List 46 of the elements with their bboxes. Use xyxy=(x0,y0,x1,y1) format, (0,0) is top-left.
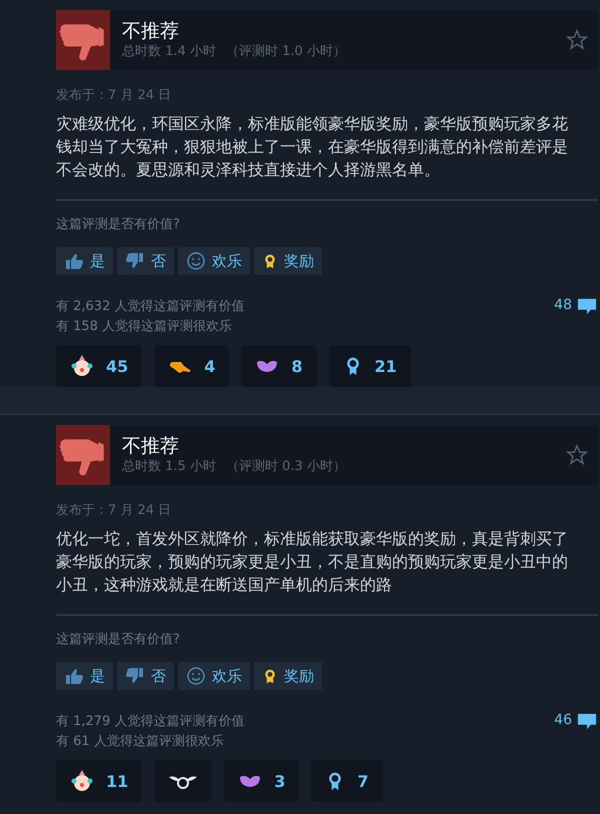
medal-award[interactable]: 7 xyxy=(311,760,383,802)
thumbs-up-icon xyxy=(64,251,84,271)
yes-vote-button[interactable]: 是 xyxy=(56,247,113,275)
hand-award[interactable]: 4 xyxy=(154,345,230,387)
posted-date: 发布于：7 月 24 日 xyxy=(56,87,172,104)
wings-award[interactable] xyxy=(154,760,212,802)
star-icon[interactable] xyxy=(566,444,588,466)
no-vote-button[interactable]: 否 xyxy=(117,247,174,275)
lips-award[interactable]: 3 xyxy=(224,760,300,802)
posted-date: 发布于：7 月 24 日 xyxy=(56,502,172,519)
comments-link[interactable]: 48 xyxy=(554,297,598,317)
clown-award[interactable]: 11 xyxy=(56,760,142,802)
funny-vote-button[interactable]: 欢乐 xyxy=(178,247,250,275)
helpful-question: 这篇评测是否有价值? xyxy=(56,631,181,648)
helpful-count: 有 1,279 人觉得这篇评测有价值 xyxy=(56,713,244,731)
speech-bubble-icon xyxy=(576,297,598,317)
speech-bubble-icon xyxy=(576,712,598,732)
clown-icon xyxy=(70,769,94,793)
comments-link[interactable]: 46 xyxy=(554,712,598,732)
helpful-question: 这篇评测是否有价值? xyxy=(56,216,181,233)
funny-count: 有 61 人觉得这篇评测很欢乐 xyxy=(56,733,225,751)
award-vote-button[interactable]: 奖励 xyxy=(254,247,322,275)
review-verdict: 不推荐 xyxy=(122,20,180,42)
smiley-icon xyxy=(186,666,206,686)
medal-award[interactable]: 21 xyxy=(328,345,411,387)
yes-vote-button[interactable]: 是 xyxy=(56,662,113,690)
thumbs-up-icon xyxy=(64,666,84,686)
funny-vote-button[interactable]: 欢乐 xyxy=(178,662,250,690)
playtime-total: 总时数 1.5 小时 xyxy=(122,458,216,475)
star-icon[interactable] xyxy=(566,29,588,51)
thumbs-down-icon xyxy=(125,251,145,271)
clown-icon xyxy=(70,354,94,378)
funny-count: 有 158 人觉得这篇评测很欢乐 xyxy=(56,318,234,336)
review-text: 灾难级优化，环国区永降，标准版能领豪华版奖励，豪华版预购玩家多花钱却当了大冤种，狠狠地被上了一课，在豪华版得到满意的补偿前差评是不会改的。夏思源和灵泽科技直接进个人择游黑名单。 xyxy=(56,113,569,181)
lips-award[interactable]: 8 xyxy=(241,345,317,387)
award-vote-button[interactable]: 奖励 xyxy=(254,662,322,690)
review-text: 优化一坨，首发外区就降价，标准版能获取豪华版的奖励，真是背刺买了豪华版的玩家，预购的玩家更是小丑，不是直购的预购玩家更是小丑中的小丑，这种游戏就是在断送国产单机的后来的路 xyxy=(56,528,569,596)
helpful-count: 有 2,632 人觉得这篇评测有价值 xyxy=(56,298,244,316)
playtime-at-review: （评测时 0.3 小时） xyxy=(226,458,346,475)
thumbs-down-icon xyxy=(125,666,145,686)
review-verdict: 不推荐 xyxy=(122,435,180,457)
no-vote-button[interactable]: 否 xyxy=(117,662,174,690)
playtime-at-review: （评测时 1.0 小时） xyxy=(226,43,346,60)
smiley-icon xyxy=(186,251,206,271)
clown-award[interactable]: 45 xyxy=(56,345,142,387)
playtime-total: 总时数 1.4 小时 xyxy=(122,43,216,60)
